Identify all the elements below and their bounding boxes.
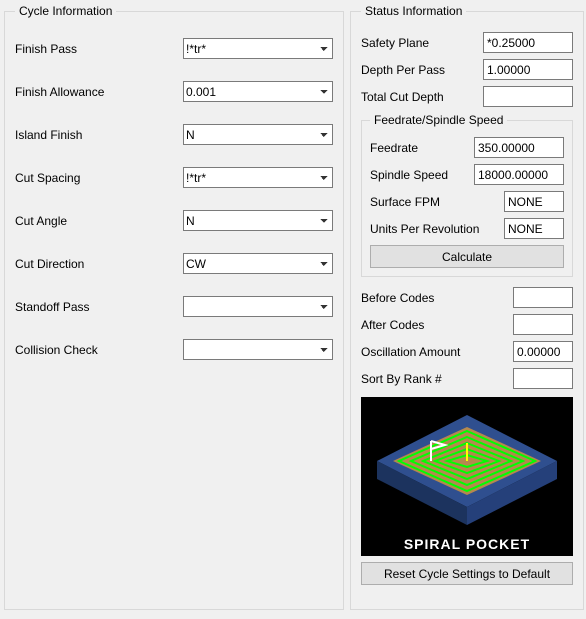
after-codes-input[interactable] bbox=[513, 314, 573, 335]
total-cut-depth-label: Total Cut Depth bbox=[361, 90, 444, 104]
oscillation-amount-label: Oscillation Amount bbox=[361, 345, 460, 359]
cut-angle-label: Cut Angle bbox=[15, 214, 67, 228]
illustration-caption: SPIRAL POCKET bbox=[361, 536, 573, 552]
calculate-button[interactable]: Calculate bbox=[370, 245, 564, 268]
feedrate-spindle-group: Feedrate/Spindle Speed Feedrate Spindle … bbox=[361, 113, 573, 277]
cut-direction-combo[interactable]: CW bbox=[183, 253, 333, 274]
standoff-pass-label: Standoff Pass bbox=[15, 300, 90, 314]
feedrate-input[interactable] bbox=[474, 137, 564, 158]
after-codes-label: After Codes bbox=[361, 318, 424, 332]
reset-cycle-button[interactable]: Reset Cycle Settings to Default bbox=[361, 562, 573, 585]
status-information-legend: Status Information bbox=[361, 4, 466, 18]
feedrate-label: Feedrate bbox=[370, 141, 418, 155]
collision-check-label: Collision Check bbox=[15, 343, 98, 357]
surface-fpm-label: Surface FPM bbox=[370, 195, 440, 209]
safety-plane-label: Safety Plane bbox=[361, 36, 429, 50]
cut-angle-combo[interactable]: N bbox=[183, 210, 333, 231]
depth-per-pass-input[interactable] bbox=[483, 59, 573, 80]
safety-plane-input[interactable] bbox=[483, 32, 573, 53]
cycle-information-legend: Cycle Information bbox=[15, 4, 116, 18]
status-information-group: Status Information Safety Plane Depth Pe… bbox=[350, 4, 584, 610]
sort-by-rank-label: Sort By Rank # bbox=[361, 372, 442, 386]
finish-allowance-label: Finish Allowance bbox=[15, 85, 104, 99]
standoff-pass-combo[interactable] bbox=[183, 296, 333, 317]
before-codes-input[interactable] bbox=[513, 287, 573, 308]
finish-allowance-combo[interactable]: 0.001 bbox=[183, 81, 333, 102]
before-codes-label: Before Codes bbox=[361, 291, 434, 305]
cut-spacing-combo[interactable]: !*tr* bbox=[183, 167, 333, 188]
spindle-speed-input[interactable] bbox=[474, 164, 564, 185]
units-per-rev-label: Units Per Revolution bbox=[370, 222, 479, 236]
island-finish-combo[interactable]: N bbox=[183, 124, 333, 145]
cut-direction-label: Cut Direction bbox=[15, 257, 84, 271]
spiral-pocket-icon bbox=[361, 397, 573, 556]
finish-pass-label: Finish Pass bbox=[15, 42, 77, 56]
surface-fpm-input[interactable] bbox=[504, 191, 564, 212]
units-per-rev-input[interactable] bbox=[504, 218, 564, 239]
feedrate-spindle-legend: Feedrate/Spindle Speed bbox=[370, 113, 507, 127]
cycle-information-group: Cycle Information Finish Pass !*tr* Fini… bbox=[4, 4, 344, 610]
sort-by-rank-input[interactable] bbox=[513, 368, 573, 389]
cycle-illustration: SPIRAL POCKET bbox=[361, 397, 573, 556]
total-cut-depth-input[interactable] bbox=[483, 86, 573, 107]
cut-spacing-label: Cut Spacing bbox=[15, 171, 80, 185]
finish-pass-combo[interactable]: !*tr* bbox=[183, 38, 333, 59]
depth-per-pass-label: Depth Per Pass bbox=[361, 63, 445, 77]
collision-check-combo[interactable] bbox=[183, 339, 333, 360]
oscillation-amount-input[interactable] bbox=[513, 341, 573, 362]
spindle-speed-label: Spindle Speed bbox=[370, 168, 448, 182]
island-finish-label: Island Finish bbox=[15, 128, 82, 142]
